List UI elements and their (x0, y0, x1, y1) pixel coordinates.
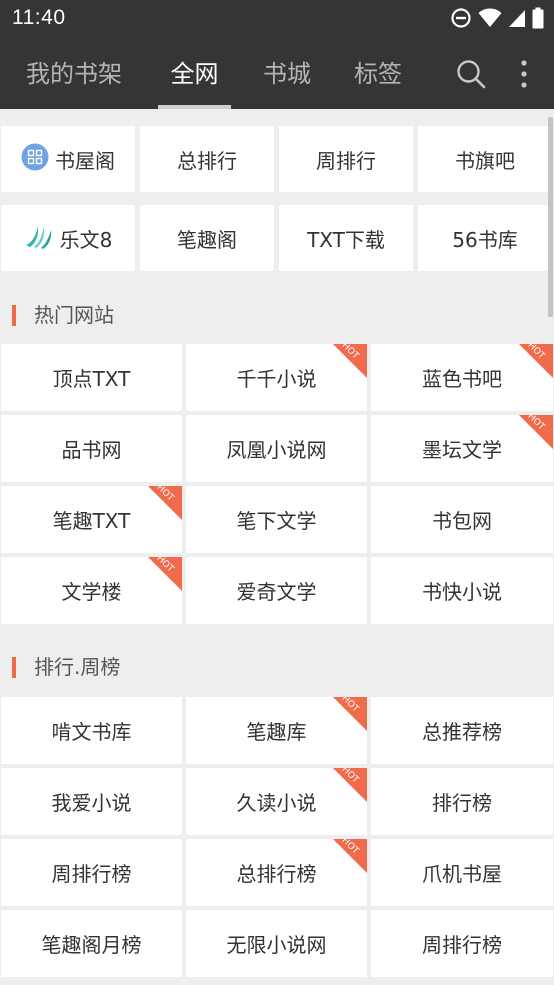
tab-bookshelf[interactable]: 我的书架 (18, 38, 130, 109)
tab-bar: 我的书架 全网 书城 标签 (0, 38, 554, 109)
do-not-disturb-icon (451, 8, 471, 28)
site-item[interactable]: 总推荐榜 (371, 697, 553, 764)
site-label: 品书网 (61, 438, 122, 462)
site-label: 爪机书屋 (422, 862, 502, 886)
site-label: 书快小说 (422, 580, 502, 604)
more-vert-icon (521, 60, 527, 88)
site-label: 蓝色书吧 (422, 367, 502, 391)
site-item[interactable]: 周排行榜 (1, 839, 182, 906)
site-label: 周排行榜 (422, 933, 502, 957)
site-item[interactable]: 顶点TXT (1, 344, 182, 411)
site-label: 书包网 (432, 509, 492, 533)
site-label: 周排行榜 (51, 862, 132, 886)
site-item[interactable]: 千千小说 HOT (186, 344, 367, 411)
leaf-logo-icon (24, 223, 54, 254)
more-options-button[interactable] (504, 52, 544, 96)
hot-badge: HOT (131, 557, 182, 598)
source-total-rank[interactable]: 总排行 (140, 126, 274, 192)
site-item[interactable]: 笔趣阁月榜 (1, 910, 182, 977)
source-label: 总排行 (177, 148, 237, 173)
site-label: 啃文书库 (51, 720, 132, 744)
status-icons (450, 6, 544, 30)
site-item[interactable]: 爪机书屋 (371, 839, 553, 906)
source-label: TXT下载 (307, 227, 385, 252)
battery-icon (532, 7, 544, 29)
site-item[interactable]: 蓝色书吧 HOT (371, 344, 553, 411)
site-label: 文学楼 (61, 580, 122, 604)
site-item[interactable]: 无限小说网 (186, 910, 367, 977)
wifi-icon (478, 8, 502, 27)
scrollbar[interactable] (548, 117, 553, 317)
source-56shuku[interactable]: 56书库 (418, 205, 552, 271)
site-label: 久读小说 (236, 791, 317, 815)
hot-badge: HOT (502, 344, 553, 385)
hot-badge: HOT (316, 344, 367, 385)
site-item[interactable]: 啃文书库 (1, 697, 182, 764)
site-item[interactable]: 墨坛文学 HOT (371, 415, 553, 482)
site-label: 笔趣TXT (52, 509, 131, 533)
section-title-label: 热门网站 (34, 303, 114, 327)
hot-badge: HOT (131, 486, 182, 527)
source-biquge[interactable]: 笔趣阁 (140, 205, 274, 271)
hot-badge: HOT (316, 697, 367, 738)
source-label: 笔趣阁 (177, 227, 237, 252)
site-label: 总排行榜 (236, 862, 317, 886)
site-item[interactable]: 凤凰小说网 (186, 415, 367, 482)
status-bar: 11:40 (0, 0, 554, 38)
site-item[interactable]: 久读小说 HOT (186, 768, 367, 835)
site-label: 爱奇文学 (236, 580, 317, 604)
site-item[interactable]: 排行榜 (371, 768, 553, 835)
site-label: 千千小说 (236, 367, 317, 391)
content-area: 书屋阁 总排行 周排行 书旗吧 乐文8 笔趣阁 TXT下载 56书库 热门网站 … (0, 109, 554, 985)
site-item[interactable]: 文学楼 HOT (1, 557, 182, 624)
site-label: 凤凰小说网 (226, 438, 327, 462)
tab-bookstore[interactable]: 书城 (254, 38, 320, 109)
hot-badge: HOT (316, 768, 367, 809)
source-label: 周排行 (316, 148, 376, 173)
site-item[interactable]: 总排行榜 HOT (186, 839, 367, 906)
section-accent-bar (12, 305, 16, 326)
hot-badge: HOT (502, 415, 553, 456)
site-item[interactable]: 品书网 (1, 415, 182, 482)
site-label: 顶点TXT (52, 367, 131, 391)
section-title-weekly-rank: 排行.周榜 (0, 642, 554, 692)
site-label: 总推荐榜 (422, 720, 502, 744)
site-item[interactable]: 周排行榜 (371, 910, 553, 977)
source-label: 书屋阁 (55, 148, 115, 173)
site-item[interactable]: 笔趣库 HOT (186, 697, 367, 764)
section-title-hot-sites: 热门网站 (0, 290, 554, 340)
site-item[interactable]: 笔趣TXT HOT (1, 486, 182, 553)
section-accent-bar (12, 657, 16, 678)
tab-all-web[interactable]: 全网 (158, 38, 231, 109)
source-shuqiba[interactable]: 书旗吧 (418, 126, 552, 192)
site-label: 无限小说网 (226, 933, 327, 957)
signal-icon (509, 10, 525, 27)
search-icon (457, 60, 486, 89)
source-shuwuge[interactable]: 书屋阁 (1, 126, 135, 192)
source-label: 书旗吧 (455, 148, 515, 173)
site-label: 笔趣阁月榜 (41, 933, 142, 957)
source-label: 乐文8 (59, 227, 113, 252)
tab-tags[interactable]: 标签 (345, 38, 411, 109)
hot-badge: HOT (316, 839, 367, 880)
site-label: 笔下文学 (236, 509, 317, 533)
site-item[interactable]: 书包网 (371, 486, 553, 553)
site-label: 排行榜 (432, 791, 492, 815)
site-label: 墨坛文学 (422, 438, 502, 462)
search-button[interactable] (451, 52, 491, 96)
source-week-rank[interactable]: 周排行 (279, 126, 413, 192)
site-item[interactable]: 爱奇文学 (186, 557, 367, 624)
site-label: 笔趣库 (246, 720, 307, 744)
site-item[interactable]: 我爱小说 (1, 768, 182, 835)
source-lewen8[interactable]: 乐文8 (1, 205, 135, 271)
grid-logo-icon (21, 143, 49, 176)
section-title-label: 排行.周榜 (34, 655, 121, 679)
site-item[interactable]: 笔下文学 (186, 486, 367, 553)
status-time: 11:40 (12, 6, 66, 29)
source-label: 56书库 (452, 227, 518, 252)
site-item[interactable]: 书快小说 (371, 557, 553, 624)
site-label: 我爱小说 (51, 791, 132, 815)
source-txt-download[interactable]: TXT下载 (279, 205, 413, 271)
